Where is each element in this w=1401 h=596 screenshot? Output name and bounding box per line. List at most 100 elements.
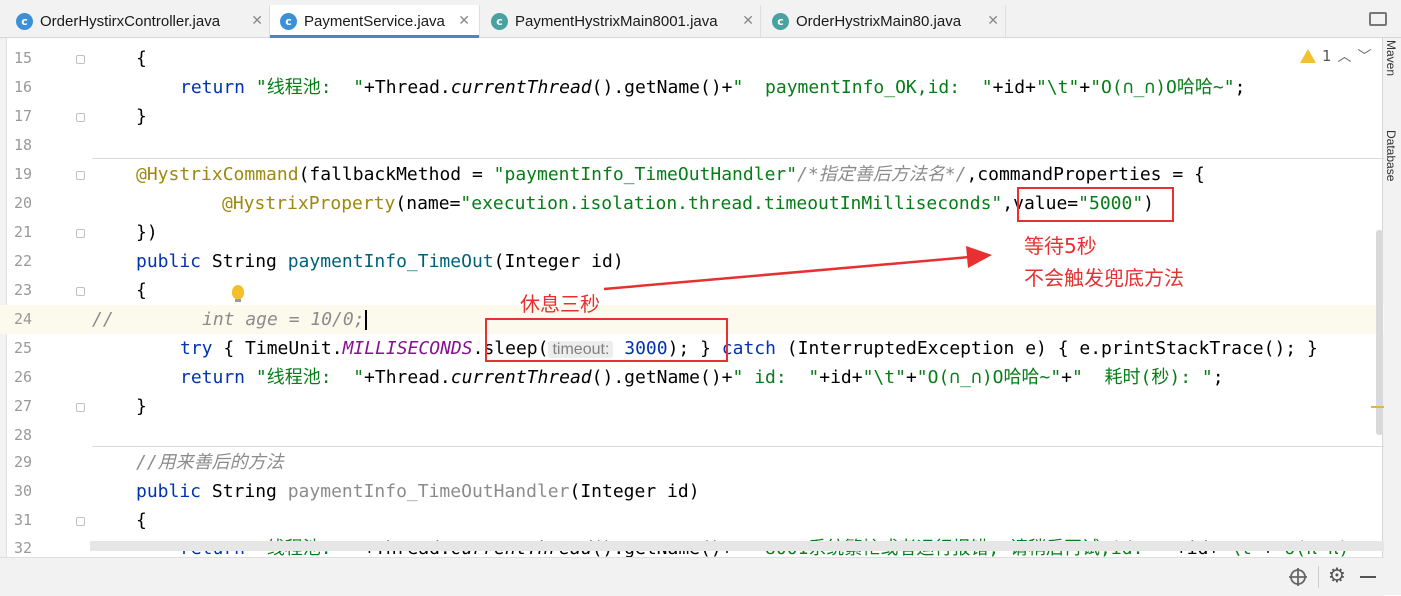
close-icon[interactable]: ✕ [742,13,754,29]
code-line[interactable]: 26 return "线程池: "+Thread.currentThread()… [0,363,1384,392]
code-token: ,commandProperties = { [966,164,1205,185]
code-token: +id+ [992,77,1036,98]
java-class-icon: c [280,12,297,30]
crosshair-icon[interactable] [1288,567,1308,587]
fold-marker-icon[interactable] [76,113,85,122]
bottom-tool-bar: ⚙ [0,557,1384,596]
chevron-down-icon[interactable]: ﹀ [1358,46,1372,66]
inspection-widget[interactable]: 1 ︿ ﹀ [1300,46,1372,66]
vertical-scrollbar[interactable] [1376,230,1383,435]
code-line[interactable]: 16 return "线程池: "+Thread.currentThread()… [0,73,1384,102]
line-number: 32 [13,539,32,557]
line-number: 18 [13,136,32,154]
code-token: + [905,367,917,388]
line-number: 25 [13,339,32,357]
code-token: (name= [395,193,461,214]
fold-marker-icon[interactable] [76,171,85,180]
code-token: (fallbackMethod = [298,164,494,185]
line-number: 22 [13,252,32,270]
string-literal: "线程池: " [255,77,365,98]
line-text: try { TimeUnit.MILLISECONDS.sleep(timeou… [180,334,1318,364]
line-text: public String paymentInfo_TimeOutHandler… [136,477,700,506]
tab-payment-service[interactable]: c PaymentService.java ✕ [270,5,480,38]
code-token: String [211,251,288,272]
annotation: @HystrixProperty [222,193,396,214]
close-icon[interactable]: ✕ [987,13,999,29]
minimize-icon[interactable] [1360,576,1376,578]
fold-marker-icon[interactable] [76,55,85,64]
close-icon[interactable]: ✕ [458,13,470,29]
spring-boot-class-icon: c [772,12,789,30]
tab-label: OrderHystirxController.java [40,12,221,30]
keyword: public [136,481,212,502]
sleep-highlight-box [485,318,728,362]
line-number: 15 [13,49,32,67]
code-line[interactable]: 27 } [0,392,1384,421]
tab-order-hystrix-controller[interactable]: c OrderHystirxController.java ✕ [6,5,270,37]
line-number: 29 [13,453,32,471]
code-line[interactable]: 18 [0,131,1384,160]
code-token: +Thread. [364,77,451,98]
method-separator [92,446,1384,447]
method-separator [92,158,1384,159]
text-caret [364,310,367,330]
line-number: 28 [13,426,32,444]
string-literal: " paymentInfo_OK,id: " [732,77,993,98]
static-method: currentThread [450,367,592,388]
annotation: @HystrixCommand [136,164,299,185]
warning-stripe-marker[interactable] [1371,406,1384,408]
code-line[interactable]: 20 @HystrixProperty(name="execution.isol… [0,189,1384,218]
line-number: 31 [13,511,32,529]
constant: MILLISECONDS [342,338,473,359]
value-highlight-box [1017,187,1174,222]
close-icon[interactable]: ✕ [251,13,263,29]
string-literal: "O(∩_∩)O哈哈~" [1090,77,1235,98]
line-text: @HystrixCommand(fallbackMethod = "paymen… [136,160,1205,189]
gear-icon[interactable]: ⚙ [1328,563,1346,587]
line-number: 24 [13,310,32,328]
line-text: { [136,280,147,301]
line-number: 26 [13,368,32,386]
sleep-note: 休息三秒 [520,292,600,316]
string-literal: " 耗时(秒): " [1072,367,1213,388]
code-line[interactable]: 29 //用来善后的方法 [0,448,1384,477]
split-editor-icon[interactable] [1369,12,1387,26]
maven-tool-button[interactable]: Maven [1384,40,1398,76]
code-line[interactable]: 31 { [0,506,1384,535]
string-literal: "\t" [862,367,906,388]
editor-tab-bar: c OrderHystirxController.java ✕ c Paymen… [0,0,1401,38]
code-line[interactable]: 17 } [0,102,1384,131]
wait-note-2: 不会触发兜底方法 [1024,266,1184,290]
wait-note-1: 等待5秒 [1024,234,1097,258]
tab-order-hystrix-main-80[interactable]: c OrderHystrixMain80.java ✕ [762,5,1006,37]
line-text: //用来善后的方法 [136,448,284,477]
fold-marker-icon[interactable] [76,517,85,526]
tab-payment-hystrix-main-8001[interactable]: c PaymentHystrixMain8001.java ✕ [481,5,761,37]
code-token: +id+ [819,367,863,388]
database-tool-button[interactable]: Database [1384,130,1398,181]
fold-marker-icon[interactable] [76,229,85,238]
code-token: String [211,481,288,502]
tab-label: PaymentHystrixMain8001.java [515,12,718,30]
method-name: paymentInfo_TimeOutHandler [287,481,570,502]
line-text: return "线程池: "+Thread.currentThread().ge… [180,73,1245,102]
fold-marker-icon[interactable] [76,287,85,296]
intention-bulb-icon[interactable] [232,285,244,302]
line-number: 27 [13,397,32,415]
keyword: return [180,77,256,98]
static-method: currentThread [450,77,592,98]
code-line[interactable]: 19 @HystrixCommand(fallbackMethod = "pay… [0,160,1384,189]
code-line[interactable]: 15 { [0,44,1384,73]
line-text: } [136,396,147,417]
line-number: 20 [13,194,32,212]
keyword: public [136,251,212,272]
code-line[interactable]: 30 public String paymentInfo_TimeOutHand… [0,477,1384,506]
chevron-up-icon[interactable]: ︿ [1338,46,1352,66]
tab-label: PaymentService.java [304,12,445,30]
code-token: ; [1234,77,1246,98]
right-tool-window-strip: Maven Database [1382,38,1401,595]
string-literal: " id: " [732,367,820,388]
fold-marker-icon[interactable] [76,403,85,412]
horizontal-scrollbar[interactable] [90,541,1384,551]
keyword: return [180,367,256,388]
